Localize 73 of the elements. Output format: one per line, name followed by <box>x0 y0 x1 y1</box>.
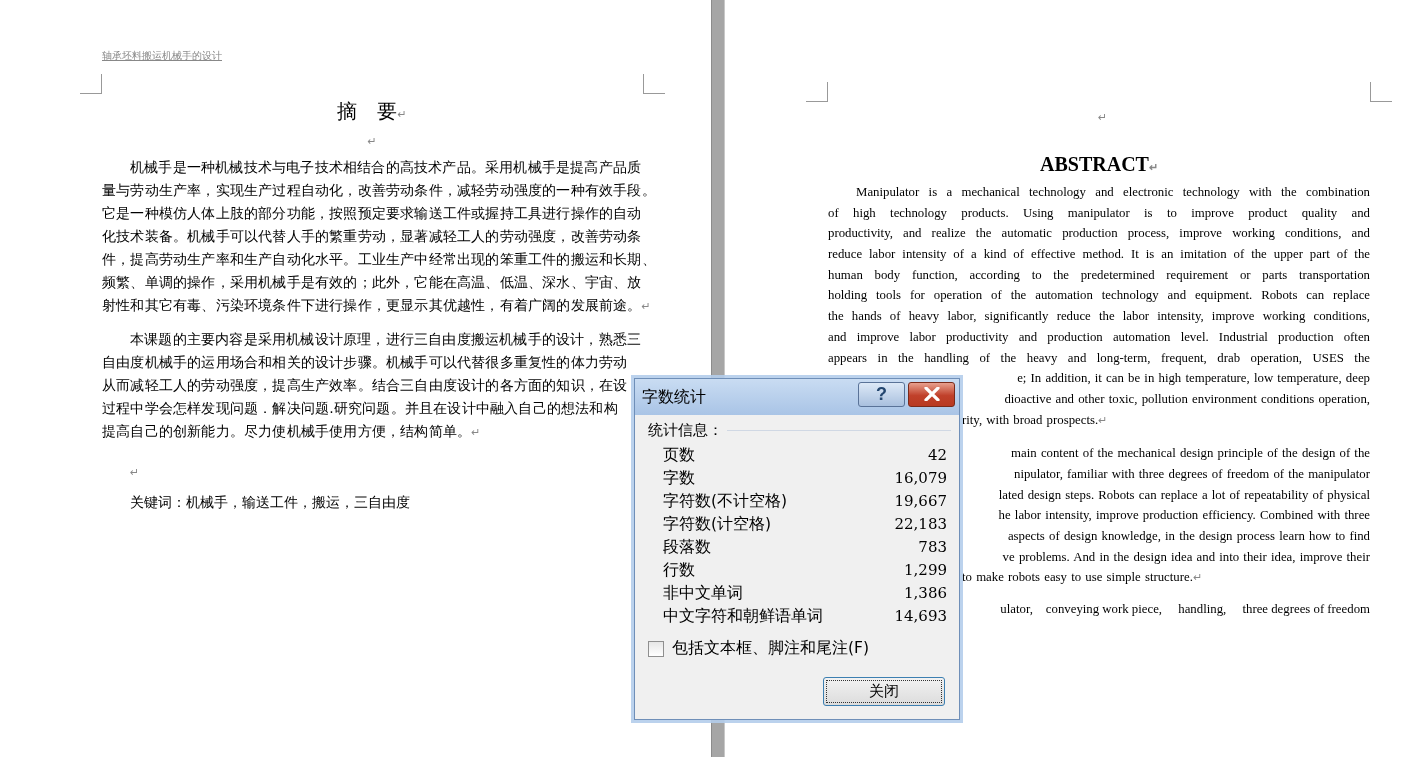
stat-value: 783 <box>917 537 947 558</box>
paragraph-mark: ↵ <box>397 108 407 121</box>
paragraph-mark: ↵ <box>1148 161 1158 173</box>
text-line: 频繁、单调的操作，采用机械手是有效的；此外，它能在高温、低温、深水、宇宙、放 <box>102 274 642 290</box>
text-line: 量与劳动生产率，实现生产过程自动化，改善劳动条件，减轻劳动强度的一种有效手段。 <box>102 182 656 198</box>
stat-value: 42 <box>926 445 947 466</box>
close-button[interactable] <box>908 381 955 407</box>
text-line: and improve labor productivity and production automation level. Industrial production often <box>828 328 1370 346</box>
text-line: aspects of design knowledge, in the design process learn how to find <box>1007 528 1370 545</box>
text-line: 自由度机械手的运用场合和相关的设计步骤。机械手可以代替很多重复性的体力劳动 <box>102 354 628 370</box>
keywords-text: ulator, conveying work piece, handling, three degrees of freedom <box>1000 602 1370 617</box>
paragraph-mark: ↵ <box>130 466 140 479</box>
text-line: 过程中学会怎样发现问题．解决问题.研究问题。并且在设计中融入自己的想法和构 <box>102 400 618 416</box>
text-line: 本课题的主要内容是采用机械设计原理，进行三自由度搬运机械手的设计，熟悉三 <box>130 331 642 347</box>
stat-label: 页数 <box>663 445 696 466</box>
stat-value: 16,079 <box>894 468 947 489</box>
stat-value: 1,299 <box>903 560 947 581</box>
group-label: 统计信息： <box>648 421 723 440</box>
text-line: Manipulator is a mechanical technology and electronic technology with the combination <box>856 184 1370 201</box>
stat-label: 字数 <box>663 468 696 489</box>
text-line: dioactive and other toxic, pollution environment conditions operation, <box>1004 390 1370 408</box>
paragraph-mark: ↵ <box>367 135 377 148</box>
help-button[interactable]: ? <box>858 381 905 407</box>
text-line: 射性和其它有毒、污染环境条件下进行操作，更显示其优越性，有着广阔的发展前途。 <box>102 297 642 313</box>
page-title: ABSTRACT <box>1040 153 1149 175</box>
text-line: productivity, and realize the automatic production process, improve working conditions, and <box>828 225 1370 243</box>
text-line: main content of the mechanical design principle of the design of the <box>1011 445 1370 463</box>
page-header: 轴承坯料搬运机械手的设计 <box>102 49 222 63</box>
text-line: e; In addition, it can be in high temperature, low temperature, deep <box>1017 370 1370 388</box>
checkbox-label: 包括文本框、脚注和尾注(F) <box>672 638 869 659</box>
text-line: human body function, according to the predetermined requirement or parts transportation <box>828 266 1370 284</box>
text-line: nipulator, familiar with three degrees of freedom of the manipulator <box>1014 465 1370 483</box>
crop-mark <box>1370 82 1392 102</box>
stat-label: 行数 <box>663 560 696 581</box>
paragraph-mark: ↵ <box>471 426 481 439</box>
stat-label: 非中文单词 <box>663 583 744 604</box>
text-line: holding tools for operation of the automation technology and equipment. Robots can replace <box>828 287 1370 305</box>
text-line: to make robots easy to use simple structure. <box>962 569 1193 587</box>
text-line: appears in the handling of the heavy and long-term, frequent, drab operation, USES the <box>828 349 1370 367</box>
text-line: 提高自己的创新能力。尽力使机械手使用方便，结构简单。 <box>102 423 472 439</box>
text-line: reduce labor intensity of a kind of effective method. It is an imitation of the upper part of the <box>828 246 1370 264</box>
stat-label: 字符数(不计空格) <box>663 491 789 512</box>
crop-mark <box>80 74 102 94</box>
stat-value: 1,386 <box>903 583 947 604</box>
dialog-title: 字数统计 <box>642 386 707 408</box>
text-line: 件，提高劳动生产率和生产自动化水平。工业生产中经常出现的笨重工件的搬运和长期、 <box>102 251 656 267</box>
text-line: 它是一种模仿人体上肢的部分功能，按照预定要求输送工件或握持工具进行操作的自动 <box>102 205 642 221</box>
stat-value: 14,693 <box>894 606 947 627</box>
stat-label: 段落数 <box>663 537 712 558</box>
crop-mark <box>643 74 665 94</box>
text-line: 从而减轻工人的劳动强度，提高生产效率。结合三自由度设计的各方面的知识，在设 <box>102 377 628 393</box>
stat-value: 19,667 <box>894 491 947 512</box>
text-line: 机械手是一种机械技术与电子技术相结合的高技术产品。采用机械手是提高产品质 <box>130 159 642 175</box>
stat-label: 字符数(计空格) <box>663 514 773 535</box>
paragraph-mark: ↵ <box>1098 413 1108 426</box>
paragraph-mark: ↵ <box>641 300 651 313</box>
text-line: of high technology products. Using manipulator is to improve product quality and <box>828 204 1370 222</box>
crop-mark <box>806 82 828 102</box>
text-line: ve problems. And in the design idea and into their idea, improve their <box>1002 548 1370 566</box>
close-icon <box>922 387 941 401</box>
stat-value: 22,183 <box>894 514 947 535</box>
paragraph-mark: ↵ <box>1098 111 1108 124</box>
paragraph-mark: ↵ <box>1192 571 1202 584</box>
text-line: 化技术装备。机械手可以代替人手的繁重劳动，显著减轻工人的劳动强度，改善劳动条 <box>102 228 642 244</box>
text-line: lated design steps. Robots can replace a lot of repeatability of physical <box>998 486 1370 504</box>
stat-label: 中文字符和朝鲜语单词 <box>663 606 824 627</box>
text-line: rity, with broad prospects. <box>962 411 1099 429</box>
close-dialog-button[interactable]: 关闭 <box>823 677 945 706</box>
page-title: 摘 要 <box>337 99 398 123</box>
keywords-text: 关键词：机械手，输送工件，搬运，三自由度 <box>130 494 410 510</box>
text-line: the hands of heavy labor, significantly reduce the labor intensity, improve working conditions, <box>828 308 1370 326</box>
checkbox[interactable] <box>648 640 664 657</box>
text-line: he labor intensity, improve production efficiency. Combined with three <box>998 507 1370 525</box>
